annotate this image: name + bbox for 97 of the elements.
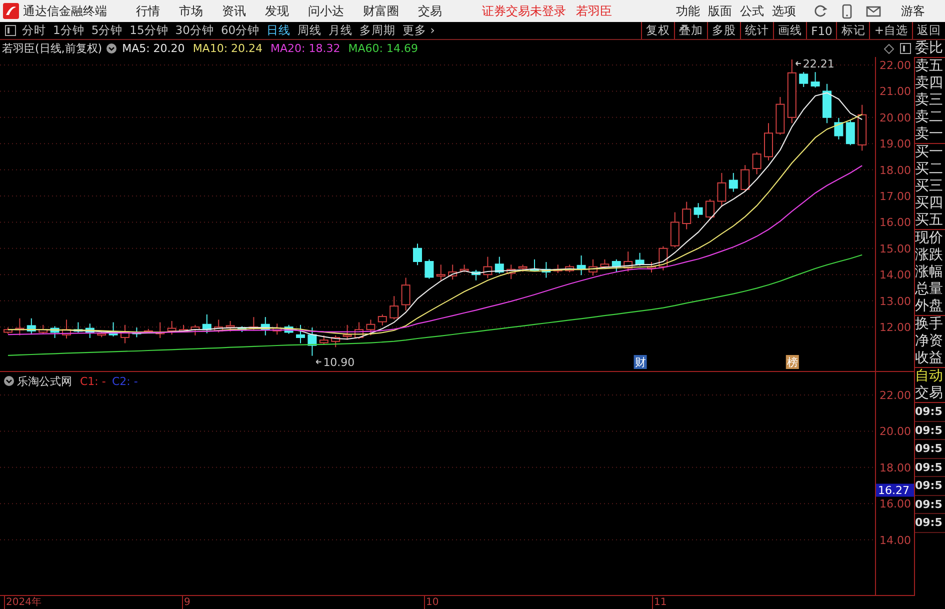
price-tick-label: 16.00 <box>880 216 911 230</box>
refresh-icon[interactable] <box>814 4 828 18</box>
trade-time: 09:5 <box>915 440 945 458</box>
quote-label: 收益 <box>915 350 944 367</box>
arrow-icon <box>795 61 802 66</box>
trade-time: 09:5 <box>915 477 945 496</box>
period-tab[interactable]: 多周期 <box>360 23 396 38</box>
date-axis-label: 2024年 <box>4 596 42 609</box>
quote-label: 买五 <box>915 212 944 229</box>
period-tab[interactable]: 60分钟 <box>220 23 260 38</box>
price-annotation: 22.21 <box>802 58 834 70</box>
date-axis-label: 9 <box>182 596 190 609</box>
phone-icon[interactable] <box>842 4 852 18</box>
menu-item[interactable]: 行情 <box>136 2 160 20</box>
trade-time: 09:5 <box>915 403 945 422</box>
moving-average-value: MA10: 20.24 <box>192 42 263 55</box>
menu-item[interactable]: 问小达 <box>308 2 344 20</box>
event-marker[interactable]: 财 <box>634 355 647 369</box>
quote-label: 买三 <box>915 178 944 195</box>
period-tab[interactable]: 日线 <box>266 23 291 38</box>
price-tick-label: 21.00 <box>880 85 911 98</box>
period-tab[interactable]: 月线 <box>328 23 353 38</box>
price-tick-label: 15.00 <box>880 242 911 256</box>
diamond-icon[interactable] <box>884 44 894 54</box>
price-tick-label: 18.00 <box>880 164 911 177</box>
indicator-param: C1: - <box>80 375 106 388</box>
menu-item[interactable]: 财富圈 <box>363 2 399 20</box>
trade-time: 09:5 <box>915 514 945 532</box>
price-tick-label: 17.00 <box>880 190 911 203</box>
menu-item[interactable]: 选项 <box>772 2 796 20</box>
price-tick-label: 14.00 <box>880 268 911 282</box>
period-tab[interactable]: 分时 <box>22 23 46 38</box>
menu-item[interactable]: 发现 <box>265 2 289 20</box>
quote-label: 买四 <box>915 195 944 212</box>
quote-label: 卖五 <box>915 58 944 75</box>
current-value-label: 16.27 <box>876 484 914 498</box>
value-tick-label: 22.00 <box>880 389 911 402</box>
chevron-icon[interactable] <box>106 43 118 54</box>
price-tick-label: 19.00 <box>880 138 911 151</box>
quote-label: 委比 <box>915 40 944 57</box>
trade-time: 09:5 <box>915 422 945 440</box>
quote-label: 换手 <box>915 316 944 333</box>
app-name: 通达信金融终端 <box>23 2 107 20</box>
arrow-icon <box>316 359 322 364</box>
value-tick-label: 16.00 <box>880 498 911 511</box>
indicator-name: 乐淘公式网 <box>17 375 72 388</box>
mail-icon[interactable] <box>866 6 881 16</box>
period-tab[interactable]: 15分钟 <box>130 23 168 38</box>
quote-label: 外盘 <box>915 298 944 315</box>
menu-item[interactable]: 交易 <box>418 2 442 20</box>
value-tick-label: 20.00 <box>880 425 911 438</box>
panel-toggle-icon[interactable] <box>900 43 911 54</box>
menu-item[interactable]: 资讯 <box>222 2 246 20</box>
indicator-param: C2: - <box>112 375 138 388</box>
date-axis-label: 11 <box>652 596 667 609</box>
value-tick-label: 18.00 <box>880 461 911 474</box>
price-tick-label: 22.00 <box>880 59 911 72</box>
menu-item[interactable]: 市场 <box>179 2 203 20</box>
period-tab[interactable]: 5分钟 <box>91 23 123 38</box>
quote-label: 总量 <box>915 281 944 298</box>
price-annotation: 10.90 <box>323 356 355 369</box>
moving-average-value: MA20: 18.32 <box>270 42 340 55</box>
quote-label: 买二 <box>915 161 944 178</box>
app-logo-icon <box>3 3 19 19</box>
period-tab[interactable]: 30分钟 <box>175 23 214 38</box>
quote-label: 现价 <box>915 230 944 247</box>
value-tick-label: 14.00 <box>880 534 911 547</box>
price-tick-label: 13.00 <box>880 294 911 308</box>
auto-trade-label[interactable]: 自动 <box>915 368 945 385</box>
trade-label: 交易 <box>915 385 944 402</box>
price-tick-label: 20.00 <box>880 111 911 124</box>
moving-average-value: MA60: 14.69 <box>348 42 418 55</box>
menu-item[interactable]: 公式 <box>740 2 764 20</box>
more-button[interactable]: 更多 › <box>402 23 435 38</box>
login-status-link[interactable]: 证券交易未登录 <box>482 2 566 20</box>
quote-label: 涨跌 <box>915 247 944 264</box>
menu-item[interactable]: 功能 <box>676 2 700 20</box>
user-name: 若羽臣 <box>576 2 612 20</box>
chevron-icon[interactable] <box>4 376 14 386</box>
quote-label: 净资 <box>915 333 944 350</box>
quote-label: 卖四 <box>915 75 944 92</box>
trade-time: 09:5 <box>915 458 945 477</box>
quote-label: 买一 <box>915 144 944 161</box>
panel-toggle-icon[interactable] <box>5 25 16 36</box>
period-tab[interactable]: 1分钟 <box>53 23 84 38</box>
quote-label: 卖一 <box>915 126 944 143</box>
guest-label[interactable]: 游客 <box>901 2 925 20</box>
stock-title: 若羽臣(日线,前复权) <box>2 41 102 56</box>
quote-label: 卖二 <box>915 109 944 126</box>
trade-time: 09:5 <box>915 496 945 514</box>
price-tick-label: 12.00 <box>880 321 911 334</box>
menu-item[interactable]: 版面 <box>708 2 732 20</box>
moving-average-value: MA5: 20.20 <box>122 42 185 55</box>
period-tab[interactable]: 周线 <box>298 23 322 38</box>
quote-label: 涨幅 <box>915 264 944 281</box>
date-axis-label: 10 <box>424 596 439 609</box>
quote-label: 卖三 <box>915 92 944 109</box>
